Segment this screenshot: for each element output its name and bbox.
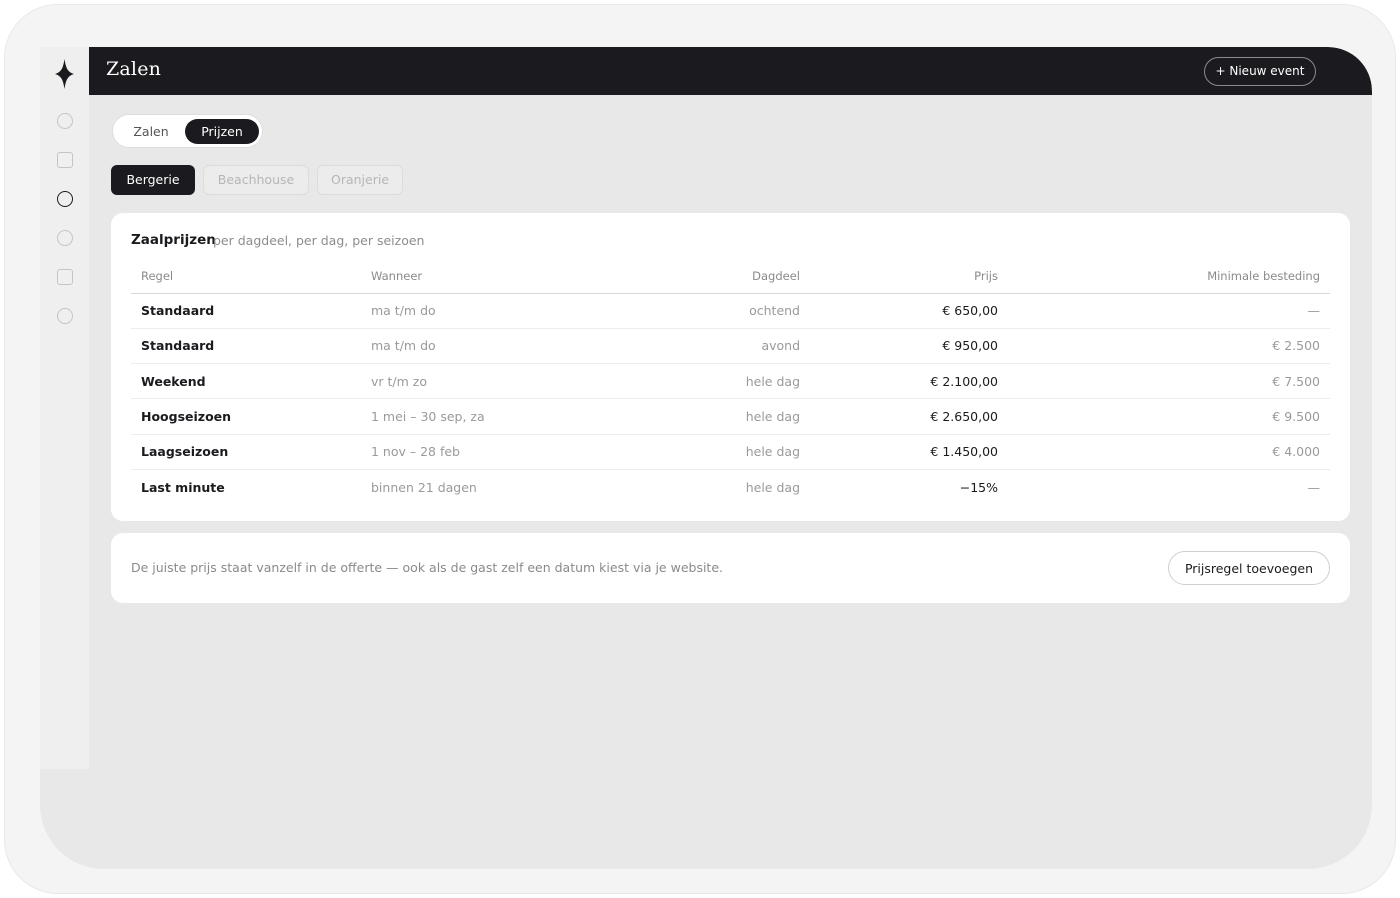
cell-price: € 2.650,00 [810, 398, 1008, 435]
table-row[interactable]: Laagseizoen 1 nov – 28 feb hele dag € 1.… [131, 434, 1330, 470]
cell-when: ma t/m do [361, 328, 591, 365]
cell-price: € 1.450,00 [810, 434, 1008, 470]
table-row[interactable]: Standaard ma t/m do ochtend € 650,00 — [131, 293, 1330, 329]
tab-beachhouse[interactable]: Beachhouse [203, 165, 309, 195]
cell-price: € 950,00 [810, 328, 1008, 365]
cell-daypart: hele dag [591, 398, 810, 435]
sidebar-item-5-square-icon[interactable] [57, 269, 73, 285]
table-row[interactable]: Last minute binnen 21 dagen hele dag −15… [131, 469, 1330, 504]
cell-min-spend: € 2.500 [1008, 328, 1330, 365]
tab-bergerie[interactable]: Bergerie [111, 165, 195, 195]
app-screen: Zalen + Nieuw event Zalen Prijzen Berger… [40, 47, 1372, 869]
pricing-note-card: De juiste prijs staat vanzelf in de offe… [111, 533, 1350, 603]
add-price-rule-button[interactable]: Prijsregel toevoegen [1168, 551, 1330, 585]
column-header-dagdeel: Dagdeel [591, 259, 810, 294]
cell-daypart: hele dag [745, 479, 800, 495]
sidebar-item-3-circle-icon[interactable] [57, 191, 73, 207]
sidebar [40, 47, 89, 769]
sidebar-item-6-circle-icon[interactable] [57, 308, 73, 324]
cell-rule: Standaard [131, 328, 361, 365]
page-title: Zalen [106, 58, 162, 80]
top-bar: Zalen + Nieuw event [89, 47, 1372, 95]
toggle-prijzen[interactable]: Prijzen [185, 119, 259, 144]
sparkle-logo-icon [55, 59, 74, 89]
view-toggle: Zalen Prijzen [112, 114, 263, 148]
device-frame: Zalen + Nieuw event Zalen Prijzen Berger… [4, 4, 1396, 894]
pricing-note-text: De juiste prijs staat vanzelf in de offe… [131, 560, 723, 575]
tab-oranjerie[interactable]: Oranjerie [317, 165, 403, 195]
new-event-button[interactable]: + Nieuw event [1204, 57, 1316, 86]
table-row[interactable]: Weekend vr t/m zo hele dag € 2.100,00 € … [131, 363, 1330, 400]
cell-min-spend: € 9.500 [1008, 398, 1330, 435]
cell-price: € 650,00 [810, 293, 1008, 329]
table-row[interactable]: Standaard ma t/m do avond € 950,00 € 2.5… [131, 328, 1330, 365]
column-header-regel: Regel [131, 259, 361, 294]
pricing-title: Zaalprijzen [131, 232, 216, 248]
sidebar-item-1-circle-icon[interactable] [57, 113, 73, 129]
cell-min-spend: € 7.500 [1008, 363, 1330, 400]
table-header-row: Regel Wanneer Dagdeel Prijs Minimale bes… [131, 259, 1330, 294]
table-row[interactable]: Hoogseizoen 1 mei – 30 sep, za hele dag … [131, 398, 1330, 435]
pricing-card: Zaalprijzen per dagdeel, per dag, per se… [111, 213, 1350, 521]
cell-when: binnen 21 dagen [371, 479, 477, 495]
cell-when: 1 nov – 28 feb [361, 434, 591, 470]
column-header-wanneer: Wanneer [361, 259, 591, 294]
sidebar-item-4-circle-icon[interactable] [57, 230, 73, 246]
cell-min-spend: — [1307, 479, 1321, 495]
pricing-subtitle: per dagdeel, per dag, per seizoen [213, 233, 425, 248]
sidebar-item-2-square-icon[interactable] [57, 152, 73, 168]
cell-daypart: hele dag [591, 363, 810, 400]
cell-rule: Weekend [131, 363, 361, 400]
cell-daypart: ochtend [591, 293, 810, 329]
cell-daypart: hele dag [591, 434, 810, 470]
cell-rule: Laagseizoen [131, 434, 361, 470]
cell-daypart: avond [591, 328, 810, 365]
cell-rule: Last minute [141, 479, 225, 495]
cell-when: ma t/m do [361, 293, 591, 329]
toggle-zalen[interactable]: Zalen [119, 119, 183, 144]
column-header-prijs: Prijs [810, 259, 1008, 294]
pricing-table: Regel Wanneer Dagdeel Prijs Minimale bes… [131, 259, 1330, 505]
column-header-minimale-besteding: Minimale besteding [1008, 259, 1330, 294]
cell-min-spend: — [1008, 293, 1330, 329]
cell-min-spend: € 4.000 [1008, 434, 1330, 470]
cell-when: vr t/m zo [361, 363, 591, 400]
cell-price: −15% [959, 479, 998, 495]
cell-rule: Standaard [131, 293, 361, 329]
cell-when: 1 mei – 30 sep, za [361, 398, 591, 435]
cell-rule: Hoogseizoen [131, 398, 361, 435]
cell-price: € 2.100,00 [810, 363, 1008, 400]
